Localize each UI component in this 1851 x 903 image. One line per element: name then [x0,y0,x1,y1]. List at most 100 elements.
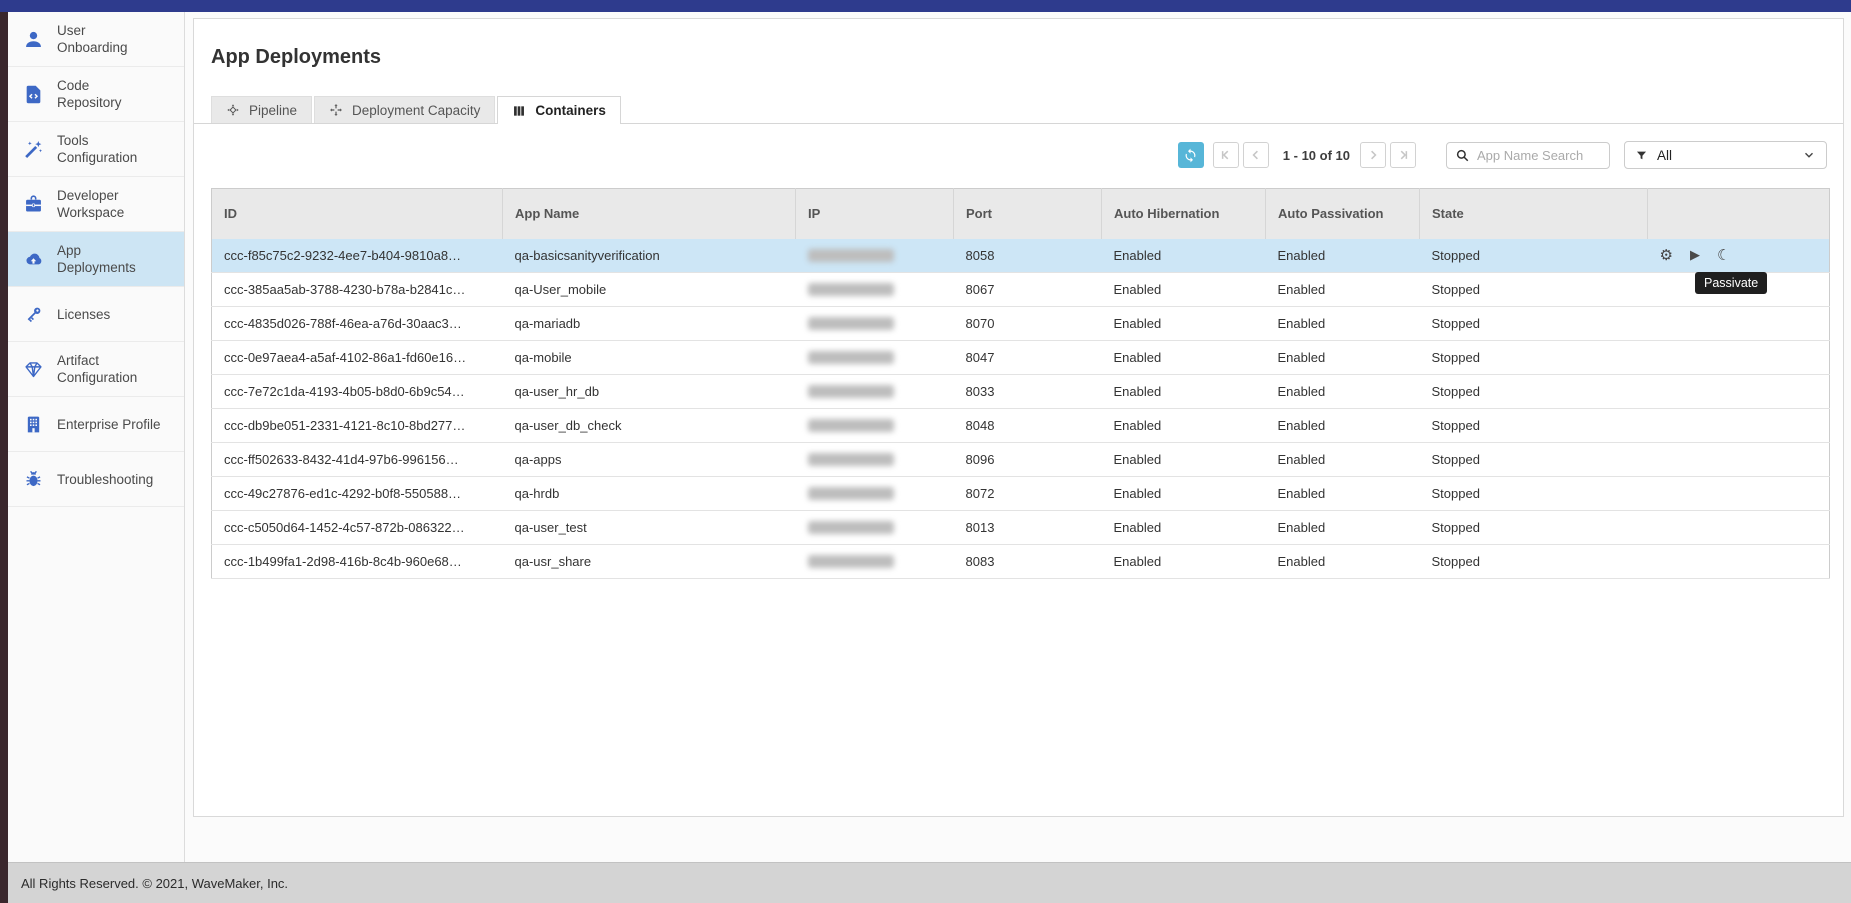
cell-app-name: qa-basicsanityverification [503,239,796,273]
table-row[interactable]: ccc-ff502633-8432-41d4-97b6-996156… qa-a… [212,443,1830,477]
search-input[interactable] [1446,142,1610,169]
first-page-icon [1219,148,1233,162]
app-deployments-cloud-icon [23,249,44,270]
column-header-app-name: App Name [503,189,796,239]
start-play-icon[interactable]: ▶ [1690,249,1700,262]
next-page-button[interactable] [1360,142,1386,168]
left-edge-strip [0,0,8,903]
cell-actions: ⚙ ▶ ☾ [1648,307,1830,341]
ip-redacted-value [808,419,894,432]
ip-redacted-value [808,521,894,534]
cell-id: ccc-ff502633-8432-41d4-97b6-996156… [212,443,503,477]
cell-port: 8013 [954,511,1102,545]
sidebar-item-user-onboarding[interactable]: User Onboarding [8,12,184,67]
column-header-auto-passivation: Auto Passivation [1266,189,1420,239]
passivate-moon-icon[interactable]: ☾ [1717,248,1730,263]
cell-auto-hibernation: Enabled [1102,307,1266,341]
settings-gear-icon[interactable]: ⚙ [1660,248,1673,263]
cell-port: 8048 [954,409,1102,443]
cell-id: ccc-4835d026-788f-46ea-a76d-30aac3… [212,307,503,341]
cell-actions: ⚙ ▶ ☾ [1648,341,1830,375]
cell-id: ccc-49c27876-ed1c-4292-b0f8-550588… [212,477,503,511]
cell-ip [796,341,954,375]
table-row[interactable]: ccc-f85c75c2-9232-4ee7-b404-9810a8… qa-b… [212,239,1830,273]
cell-port: 8083 [954,545,1102,579]
cell-auto-passivation: Enabled [1266,443,1420,477]
ip-redacted-value [808,351,894,364]
tab-deployment-capacity[interactable]: Deployment Capacity [314,96,495,123]
code-repository-icon [23,84,44,105]
page-title: App Deployments [211,46,381,69]
top-navbar [0,0,1851,12]
sidebar-item-label: Code Repository [57,77,122,111]
tools-wand-icon [23,139,44,160]
enterprise-building-icon [23,414,44,435]
sidebar-item-tools-configuration[interactable]: Tools Configuration [8,122,184,177]
cell-actions: ⚙ ▶ ☾ [1648,545,1830,579]
cell-actions: ⚙ ▶ ☾ [1648,443,1830,477]
refresh-button[interactable] [1178,142,1204,168]
sidebar-item-label: Enterprise Profile [57,416,161,433]
sidebar-item-licenses[interactable]: Licenses [8,287,184,342]
cell-app-name: qa-user_hr_db [503,375,796,409]
cell-app-name: qa-hrdb [503,477,796,511]
tab-pipeline[interactable]: Pipeline [211,96,312,123]
column-header-state: State [1420,189,1648,239]
cell-id: ccc-db9be051-2331-4121-8c10-8bd277… [212,409,503,443]
app-deployments-panel: App Deployments Pipeline Deployment Capa… [193,18,1844,817]
column-header-auto-hibernation: Auto Hibernation [1102,189,1266,239]
cell-ip [796,375,954,409]
cell-ip [796,239,954,273]
cell-auto-passivation: Enabled [1266,273,1420,307]
cell-ip [796,545,954,579]
sidebar-item-enterprise-profile[interactable]: Enterprise Profile [8,397,184,452]
sidebar-item-app-deployments[interactable]: App Deployments [8,232,184,287]
cell-state: Stopped [1420,375,1648,409]
sidebar-item-developer-workspace[interactable]: Developer Workspace [8,177,184,232]
cell-ip [796,273,954,307]
table-row[interactable]: ccc-49c27876-ed1c-4292-b0f8-550588… qa-h… [212,477,1830,511]
pagination-range: 1 - 10 of 10 [1283,148,1350,163]
ip-redacted-value [808,385,894,398]
sidebar-item-code-repository[interactable]: Code Repository [8,67,184,122]
artifact-diamond-icon [23,359,44,380]
chevron-left-icon [1249,148,1263,162]
cell-id: ccc-1b499fa1-2d98-416b-8c4b-960e68… [212,545,503,579]
table-row[interactable]: ccc-7e72c1da-4193-4b05-b8d0-6b9c54… qa-u… [212,375,1830,409]
tab-containers[interactable]: Containers [497,96,621,124]
cell-app-name: qa-usr_share [503,545,796,579]
cell-auto-passivation: Enabled [1266,409,1420,443]
cell-auto-hibernation: Enabled [1102,443,1266,477]
filter-selected-value: All [1657,148,1672,163]
table-row[interactable]: ccc-1b499fa1-2d98-416b-8c4b-960e68… qa-u… [212,545,1830,579]
table-row[interactable]: ccc-0e97aea4-a5af-4102-86a1-fd60e16… qa-… [212,341,1830,375]
app-filter-select[interactable]: All [1624,141,1827,169]
cell-auto-hibernation: Enabled [1102,341,1266,375]
cell-id: ccc-385aa5ab-3788-4230-b78a-b2841c… [212,273,503,307]
cell-id: ccc-f85c75c2-9232-4ee7-b404-9810a8… [212,239,503,273]
cell-state: Stopped [1420,273,1648,307]
cell-ip [796,409,954,443]
column-header-ip: IP [796,189,954,239]
cell-actions: ⚙ ▶ ☾ [1648,239,1830,273]
sidebar-item-troubleshooting[interactable]: Troubleshooting [8,452,184,507]
ip-redacted-value [808,249,894,262]
previous-page-button[interactable] [1243,142,1269,168]
cell-state: Stopped [1420,477,1648,511]
sidebar-item-label: App Deployments [57,242,136,276]
table-row[interactable]: ccc-385aa5ab-3788-4230-b78a-b2841c… qa-U… [212,273,1830,307]
table-row[interactable]: ccc-db9be051-2331-4121-8c10-8bd277… qa-u… [212,409,1830,443]
row-actions: ⚙ ▶ ☾ [1660,248,1818,263]
table-row[interactable]: ccc-c5050d64-1452-4c57-872b-086322… qa-u… [212,511,1830,545]
last-page-button[interactable] [1390,142,1416,168]
table-header-row: ID App Name IP Port Auto Hibernation Aut… [212,189,1830,239]
sidebar-item-artifact-configuration[interactable]: Artifact Configuration [8,342,184,397]
pipeline-icon [226,103,240,117]
table-row[interactable]: ccc-4835d026-788f-46ea-a76d-30aac3… qa-m… [212,307,1830,341]
cell-auto-hibernation: Enabled [1102,545,1266,579]
licenses-key-icon [23,304,44,325]
cell-id: ccc-0e97aea4-a5af-4102-86a1-fd60e16… [212,341,503,375]
tab-label: Deployment Capacity [352,103,480,118]
first-page-button[interactable] [1213,142,1239,168]
containers-columns-icon [512,104,526,118]
